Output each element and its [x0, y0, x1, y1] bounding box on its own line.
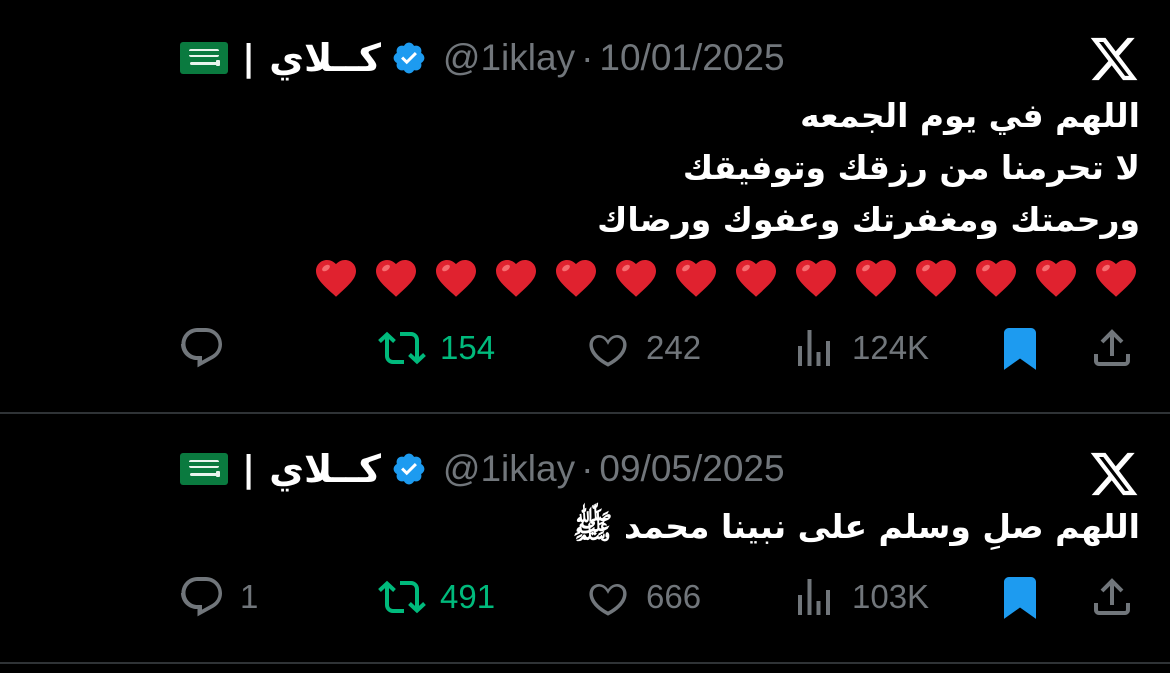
- share-upload-icon: [1094, 578, 1130, 615]
- red-heart-emoji-icon: [856, 260, 896, 297]
- red-heart-emoji-icon: [436, 260, 476, 297]
- tweet-divider: [0, 662, 1170, 664]
- tweet-actions: 1 491 666 103K: [178, 572, 1140, 622]
- bookmark-filled-icon: [1004, 328, 1036, 370]
- reply-icon: [181, 577, 222, 617]
- red-heart-emoji-icon: [496, 260, 536, 297]
- red-heart-emoji-icon: [376, 260, 416, 297]
- views-button[interactable]: 103K: [790, 572, 929, 622]
- tweet-card[interactable]: | كــلاي @1iklay · 09/05/2025 اللهم صلِ …: [0, 413, 1170, 663]
- x-logo-icon: [1090, 452, 1138, 496]
- like-count: 666: [646, 578, 702, 615]
- x-logo-icon: [1090, 37, 1138, 81]
- saudi-flag-icon: [180, 42, 228, 74]
- hearts-row: [312, 253, 1140, 299]
- reply-button[interactable]: [178, 323, 240, 373]
- verified-badge-icon: [393, 453, 425, 485]
- tweet-text-line: اللهم صلِ وسلم على نبينا محمد ﷺ: [572, 507, 1140, 546]
- retweet-icon: [378, 331, 426, 365]
- retweet-icon: [378, 580, 426, 614]
- dot-separator: ·: [581, 448, 594, 489]
- name-separator: |: [242, 448, 256, 490]
- red-heart-emoji-icon: [1036, 260, 1076, 297]
- like-button[interactable]: 666: [584, 572, 701, 622]
- bookmark-button[interactable]: [996, 572, 1044, 622]
- share-button[interactable]: [1088, 572, 1136, 622]
- tweet-date[interactable]: 09/05/2025: [599, 448, 784, 490]
- red-heart-emoji-icon: [736, 260, 776, 297]
- tweet-actions: 154 242 124K: [178, 323, 1140, 373]
- tweet-text: اللهم في يوم الجمعه لا تحرمنا من رزقك وت…: [597, 90, 1140, 246]
- views-button[interactable]: 124K: [790, 323, 929, 373]
- red-heart-emoji-icon: [316, 260, 356, 297]
- red-heart-emoji-icon: [556, 260, 596, 297]
- like-count: 242: [646, 329, 702, 366]
- author-name[interactable]: كــلاي: [269, 36, 381, 80]
- retweet-button[interactable]: 154: [378, 323, 495, 373]
- dot-separator: ·: [581, 37, 594, 78]
- tweet-text-line: لا تحرمنا من رزقك وتوفيقك: [682, 148, 1140, 187]
- tweet-date[interactable]: 10/01/2025: [599, 37, 784, 79]
- views-chart-icon: [798, 579, 830, 615]
- share-upload-icon: [1094, 329, 1130, 366]
- red-heart-emoji-icon: [916, 260, 956, 297]
- red-heart-emoji-icon: [616, 260, 656, 297]
- views-count: 124K: [852, 329, 930, 366]
- tweet-header: | كــلاي @1iklay · 10/01/2025: [180, 33, 785, 83]
- red-heart-emoji-icon: [676, 260, 716, 297]
- saudi-flag-icon: [180, 453, 228, 485]
- author-name[interactable]: كــلاي: [269, 447, 381, 491]
- red-heart-emoji-icon: [976, 260, 1016, 297]
- bookmark-filled-icon: [1004, 577, 1036, 619]
- bookmark-button[interactable]: [996, 323, 1044, 373]
- reply-icon: [181, 328, 222, 368]
- tweet-text-line: اللهم في يوم الجمعه: [800, 96, 1140, 135]
- views-chart-icon: [798, 330, 830, 366]
- heart-outline-icon: [589, 583, 627, 616]
- tweet-text-line: ورحمتك ومغفرتك وعفوك ورضاك: [597, 200, 1140, 239]
- tweet-card[interactable]: | كــلاي @1iklay · 10/01/2025 اللهم في ي…: [0, 0, 1170, 413]
- reply-count: 1: [240, 578, 259, 615]
- retweet-count: 491: [440, 578, 496, 615]
- name-separator: |: [242, 37, 256, 79]
- heart-outline-icon: [589, 334, 627, 367]
- views-count: 103K: [852, 578, 930, 615]
- share-button[interactable]: [1088, 323, 1136, 373]
- author-handle[interactable]: @1iklay: [443, 37, 575, 79]
- retweet-count: 154: [440, 329, 496, 366]
- like-button[interactable]: 242: [584, 323, 701, 373]
- tweet-header: | كــلاي @1iklay · 09/05/2025: [180, 444, 785, 494]
- retweet-button[interactable]: 491: [378, 572, 495, 622]
- red-heart-emoji-icon: [1096, 260, 1136, 297]
- author-handle[interactable]: @1iklay: [443, 448, 575, 490]
- tweet-text: اللهم صلِ وسلم على نبينا محمد ﷺ: [573, 501, 1140, 553]
- verified-badge-icon: [393, 42, 425, 74]
- reply-button[interactable]: 1: [178, 572, 258, 622]
- red-heart-emoji-icon: [796, 260, 836, 297]
